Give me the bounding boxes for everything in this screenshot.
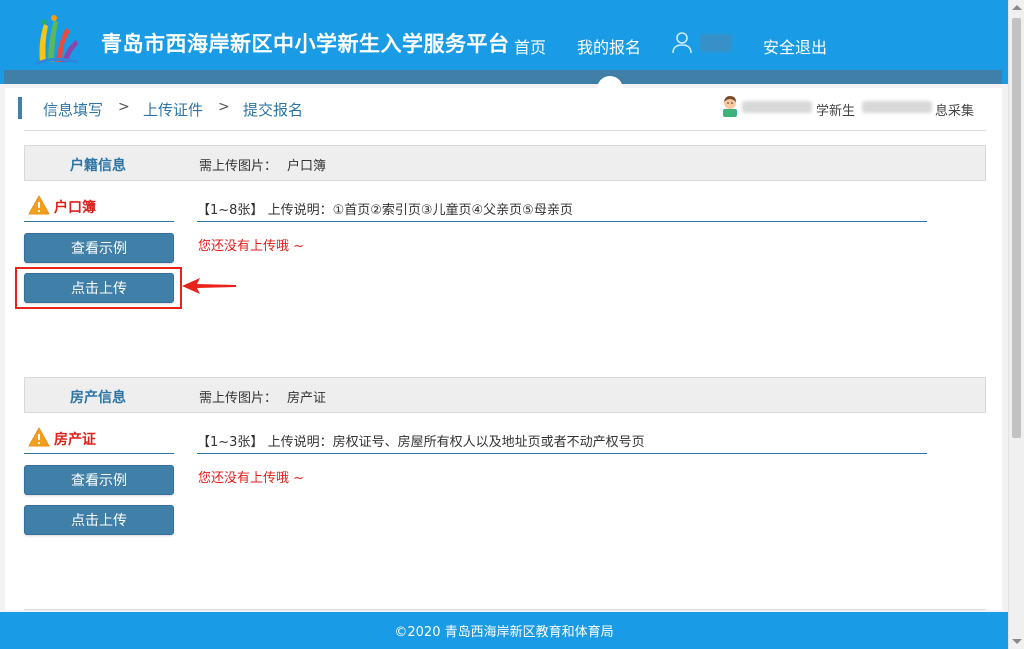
breadcrumb-separator: >: [118, 99, 130, 115]
section-title: 户籍信息: [70, 158, 126, 174]
breadcrumb-separator: >: [218, 99, 230, 115]
requirement-label: 需上传图片：: [199, 391, 278, 406]
section-requirement: 需上传图片： 房产证: [199, 387, 326, 406]
student-info-text: 学新生: [816, 104, 856, 119]
doc-name: 房产证: [54, 432, 96, 448]
header-band: [4, 70, 1002, 84]
requirement-value: 房产证: [287, 391, 327, 406]
requirement-value: 户口簿: [287, 159, 327, 174]
user-icon[interactable]: [672, 32, 692, 54]
breadcrumb-step-submit[interactable]: 提交报名: [243, 99, 303, 120]
upload-status: 您还没有上传哦 ~: [198, 239, 305, 254]
student-avatar-icon: [723, 96, 737, 117]
breadcrumb-bar: [18, 97, 22, 119]
section-title: 房产信息: [70, 390, 126, 406]
upload-status: 您还没有上传哦 ~: [198, 471, 305, 486]
annotation-highlight-box: [15, 267, 182, 309]
nav-logout[interactable]: 安全退出: [763, 34, 827, 58]
section-header-household: 户籍信息 需上传图片： 户口簿: [24, 145, 986, 181]
user-name-redacted: [700, 34, 732, 52]
student-info-text-suffix: 息采集: [935, 104, 975, 119]
upload-button[interactable]: 点击上传: [24, 505, 174, 535]
doc-label-household: 户口簿: [24, 194, 174, 222]
warning-icon: [28, 195, 50, 215]
scrollbar[interactable]: [1008, 0, 1024, 649]
student-info-redacted: [862, 101, 932, 113]
arrow-icon: [182, 278, 236, 294]
nav-home[interactable]: 首页: [514, 34, 546, 58]
breadcrumb-step-upload[interactable]: 上传证件: [143, 99, 203, 120]
view-example-button[interactable]: 查看示例: [24, 233, 174, 263]
doc-label-property: 房产证: [24, 426, 174, 454]
breadcrumb-step-fill[interactable]: 信息填写: [43, 99, 103, 120]
view-example-button[interactable]: 查看示例: [24, 465, 174, 495]
section-requirement: 需上传图片： 户口簿: [199, 155, 326, 174]
section-header-property: 房产信息 需上传图片： 房产证: [24, 377, 986, 413]
student-name-redacted: [742, 101, 812, 113]
doc-name: 户口簿: [54, 200, 96, 216]
header: 青岛市西海岸新区中小学新生入学服务平台 首页 我的报名 安全退出: [0, 0, 1008, 102]
scroll-thumb[interactable]: [1012, 18, 1021, 438]
warning-icon: [28, 427, 50, 447]
scroll-down-icon[interactable]: [1012, 639, 1022, 644]
app-logo-icon: [35, 15, 79, 66]
divider: [24, 609, 986, 610]
footer-copyright: ©2020 青岛西海岸新区教育和体育局: [394, 625, 614, 640]
doc-description: 【1~3张】 上传说明：房权证号、房屋所有权人以及地址页或者不动产权号页: [197, 428, 927, 454]
divider: [24, 130, 986, 131]
site-title: 青岛市西海岸新区中小学新生入学服务平台: [101, 32, 510, 56]
nav-my-registration[interactable]: 我的报名: [577, 34, 641, 58]
doc-description: 【1~8张】 上传说明：①首页②索引页③儿童页④父亲页⑤母亲页: [197, 196, 927, 222]
scroll-up-icon[interactable]: [1012, 5, 1022, 10]
requirement-label: 需上传图片：: [199, 159, 278, 174]
footer: ©2020 青岛西海岸新区教育和体育局: [0, 612, 1008, 649]
